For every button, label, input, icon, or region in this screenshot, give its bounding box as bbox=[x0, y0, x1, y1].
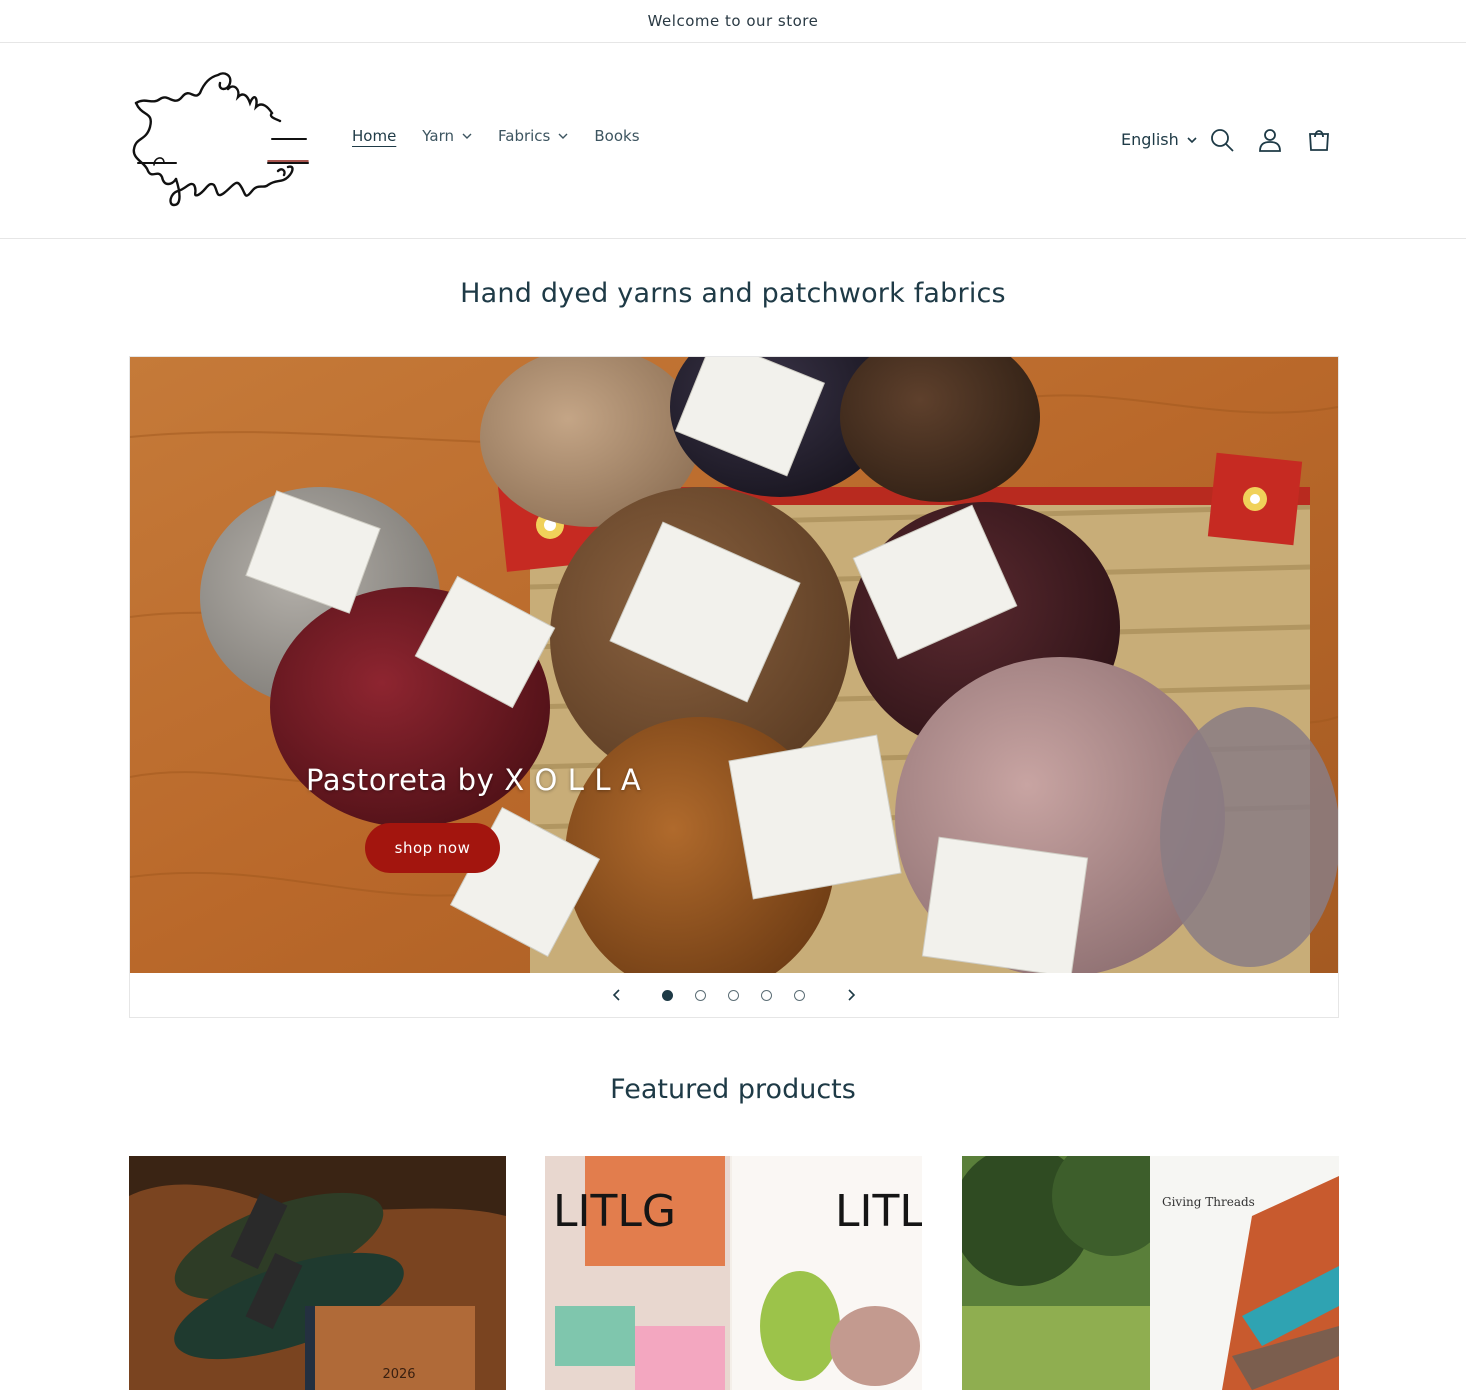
product-image: LITLG LITLG bbox=[545, 1156, 922, 1390]
nav-fabrics[interactable]: Fabrics bbox=[498, 127, 568, 145]
featured-products-title: Featured products bbox=[610, 1074, 856, 1105]
language-label: English bbox=[1121, 130, 1179, 149]
product-card[interactable]: LITLG LITLG bbox=[545, 1156, 922, 1390]
card-1-text: 2026 bbox=[382, 1367, 415, 1382]
announcement-text: Welcome to our store bbox=[647, 12, 819, 30]
yarn-photo-image bbox=[130, 357, 1338, 973]
nav-books[interactable]: Books bbox=[594, 127, 639, 145]
product-image: 2026 bbox=[129, 1156, 506, 1390]
nav-fabrics-label: Fabrics bbox=[498, 127, 551, 145]
slide-dot-2[interactable] bbox=[695, 990, 706, 1001]
account-icon[interactable] bbox=[1257, 127, 1283, 153]
page-headline: Hand dyed yarns and patchwork fabrics bbox=[460, 278, 1006, 309]
chevron-down-icon bbox=[1187, 136, 1197, 143]
card-3-text: Giving Threads bbox=[1162, 1195, 1255, 1209]
slide-dot-5[interactable] bbox=[794, 990, 805, 1001]
nav-books-label: Books bbox=[594, 127, 640, 145]
slide-title: Pastoreta by X O L L A bbox=[306, 763, 642, 797]
site-header: Home Yarn Fabrics Books English bbox=[0, 43, 1466, 239]
language-selector[interactable]: English bbox=[1121, 130, 1197, 149]
next-slide-arrow-icon[interactable] bbox=[841, 985, 861, 1005]
chevron-down-icon bbox=[462, 133, 472, 139]
announcement-bar: Welcome to our store bbox=[0, 0, 1466, 43]
slide-dot-3[interactable] bbox=[728, 990, 739, 1001]
hero-slideshow: Pastoreta by X O L L A shop now bbox=[129, 356, 1339, 1018]
store-logo[interactable] bbox=[128, 67, 312, 213]
slideshow-controls bbox=[130, 973, 1338, 1017]
nav-home-label: Home bbox=[352, 127, 397, 145]
slide-dot-4[interactable] bbox=[761, 990, 772, 1001]
nav-yarn[interactable]: Yarn bbox=[422, 127, 472, 145]
slide-dot-1[interactable] bbox=[662, 990, 673, 1001]
cart-icon[interactable] bbox=[1306, 127, 1332, 153]
shop-now-button[interactable]: shop now bbox=[365, 823, 500, 873]
card-2-text-right: LITLG bbox=[835, 1186, 922, 1237]
nav-home[interactable]: Home bbox=[352, 127, 396, 145]
chevron-down-icon bbox=[558, 133, 568, 139]
product-image: Giving Threads bbox=[962, 1156, 1339, 1390]
product-card[interactable]: Giving Threads bbox=[962, 1156, 1339, 1390]
search-icon[interactable] bbox=[1209, 127, 1235, 153]
nav-yarn-label: Yarn bbox=[422, 127, 454, 145]
hero-slide: Pastoreta by X O L L A shop now bbox=[130, 357, 1338, 973]
card-2-text: LITLG bbox=[553, 1186, 676, 1237]
product-card[interactable]: 2026 bbox=[129, 1156, 506, 1390]
main-nav: Home Yarn Fabrics Books bbox=[352, 127, 666, 145]
previous-slide-arrow-icon[interactable] bbox=[607, 985, 627, 1005]
